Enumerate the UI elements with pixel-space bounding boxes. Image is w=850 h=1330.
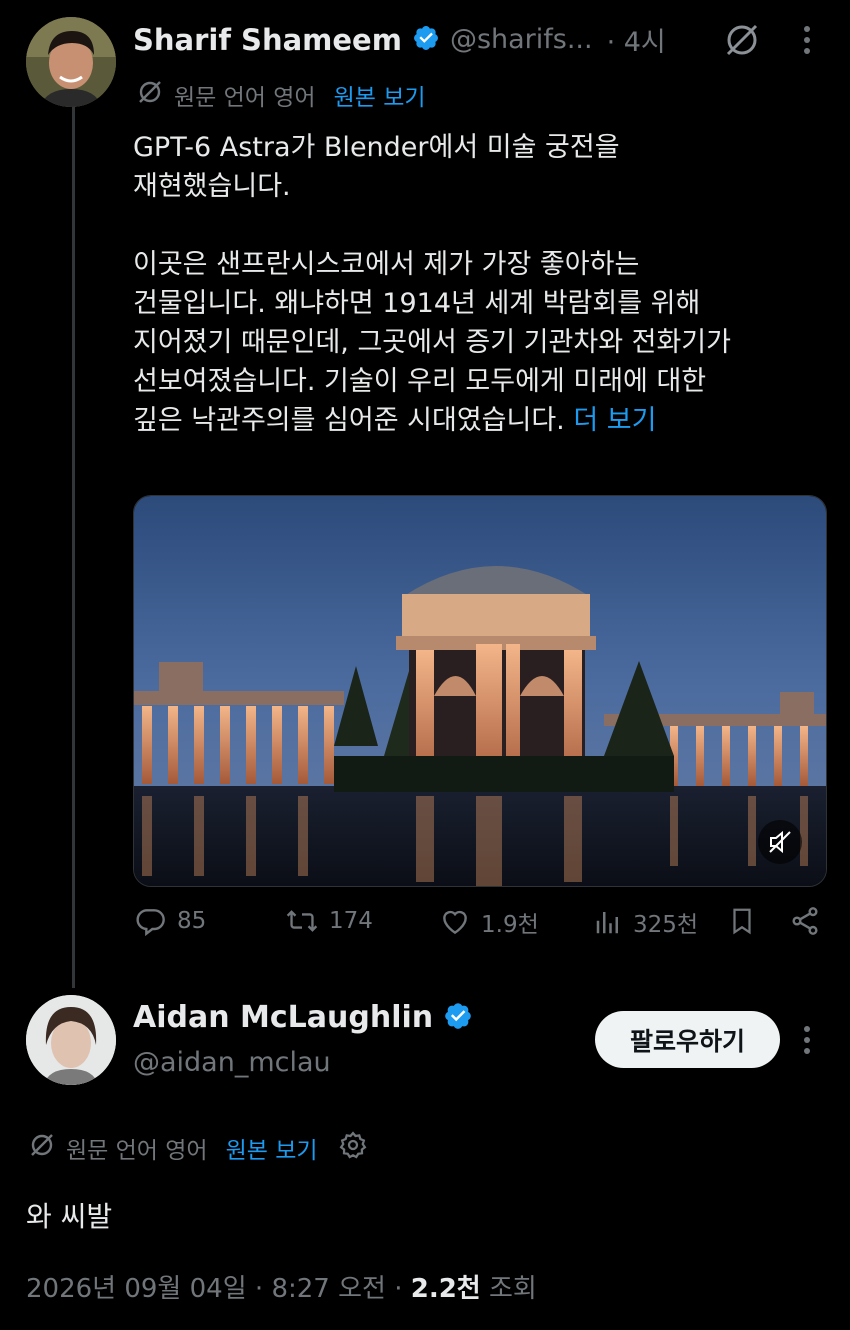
avatar[interactable]: [26, 17, 116, 107]
post-date[interactable]: 2026년 09월 04일: [26, 1274, 247, 1304]
grok-icon[interactable]: [722, 20, 762, 60]
translation-notice: 원문 언어 영어 원본 보기: [28, 1130, 368, 1166]
like-icon: [443, 910, 467, 935]
text-line: 깊은 낙관주의를 심어준 시대였습니다.: [133, 405, 565, 436]
more-icon[interactable]: [795, 22, 819, 58]
translation-notice: 원문 언어 영어 원본 보기: [136, 78, 426, 112]
post-time[interactable]: 8:27 오전: [271, 1274, 386, 1304]
bookmark-icon[interactable]: [727, 905, 757, 937]
tweet-media-video[interactable]: [133, 495, 827, 887]
reply-text: 와 씨발: [26, 1200, 113, 1233]
text-line: 재현했습니다.: [133, 171, 291, 202]
tweet-actions: 85 174 1.9천 325천: [133, 905, 825, 949]
tweet-metadata: 2026년 09월 04일 · 8:27 오전 · 2.2천 조회: [26, 1268, 537, 1305]
repost-count: 174: [329, 908, 373, 934]
reply-icon: [136, 909, 165, 937]
tweet-text: GPT-6 Astra가 Blender에서 미술 궁전을 재현했습니다. 이곳…: [133, 128, 823, 440]
mute-icon[interactable]: [758, 820, 802, 864]
repost-icon: [286, 910, 318, 932]
text-line: 지어졌기 때문인데, 그곳에서 증기 기관차와 전화기가: [133, 327, 731, 358]
avatar[interactable]: [26, 995, 116, 1085]
author-name[interactable]: Sharif Shameem: [133, 23, 402, 57]
views-count: 325천: [633, 912, 699, 938]
reply-count: 85: [177, 908, 207, 934]
author-handle[interactable]: @sharifs...: [450, 24, 593, 55]
author-handle[interactable]: @aidan_mclau: [133, 1047, 331, 1078]
more-icon[interactable]: [795, 1022, 819, 1058]
show-original-link[interactable]: 원본 보기: [226, 1131, 318, 1165]
views-button[interactable]: 325천: [593, 905, 698, 939]
views-icon: [596, 912, 618, 934]
reply-header: Aidan McLaughlin: [133, 1000, 473, 1035]
author-name[interactable]: Aidan McLaughlin: [133, 1000, 433, 1035]
no-translate-icon: [136, 78, 164, 112]
repost-button[interactable]: 174: [285, 905, 373, 937]
text-line: 이곳은 샌프란시스코에서 제가 가장 좋아하는: [133, 249, 640, 280]
settings-icon[interactable]: [338, 1130, 368, 1166]
time-ago[interactable]: · 4시: [607, 20, 666, 59]
like-count: 1.9천: [481, 912, 539, 938]
follow-button[interactable]: 팔로우하기: [595, 1011, 780, 1068]
no-translate-icon: [28, 1131, 56, 1165]
thread-connector: [72, 104, 75, 988]
show-original-link[interactable]: 원본 보기: [334, 78, 426, 112]
verified-badge-icon: [412, 24, 440, 56]
separator: ·: [394, 1274, 403, 1304]
share-icon[interactable]: [789, 905, 821, 937]
view-count: 2.2천: [410, 1274, 481, 1304]
like-button[interactable]: 1.9천: [439, 905, 539, 939]
separator: ·: [254, 1274, 264, 1304]
translate-label: 원문 언어 영어: [174, 85, 316, 111]
show-more-link[interactable]: 더 보기: [573, 405, 656, 436]
text-line-last: 깊은 낙관주의를 심어준 시대였습니다. 더 보기: [133, 401, 823, 440]
translate-label: 원문 언어 영어: [66, 1138, 208, 1164]
text-line: 건물입니다. 왜냐하면 1914년 세계 박람회를 위해: [133, 288, 701, 319]
reply-button[interactable]: 85: [135, 905, 206, 937]
text-line: 선보여졌습니다. 기술이 우리 모두에게 미래에 대한: [133, 366, 707, 397]
verified-badge-icon: [443, 1001, 473, 1035]
view-label: 조회: [488, 1274, 537, 1304]
tweet-header: Sharif Shameem @sharifs... · 4시: [133, 20, 666, 59]
text-line: GPT-6 Astra가 Blender에서 미술 궁전을: [133, 132, 620, 163]
